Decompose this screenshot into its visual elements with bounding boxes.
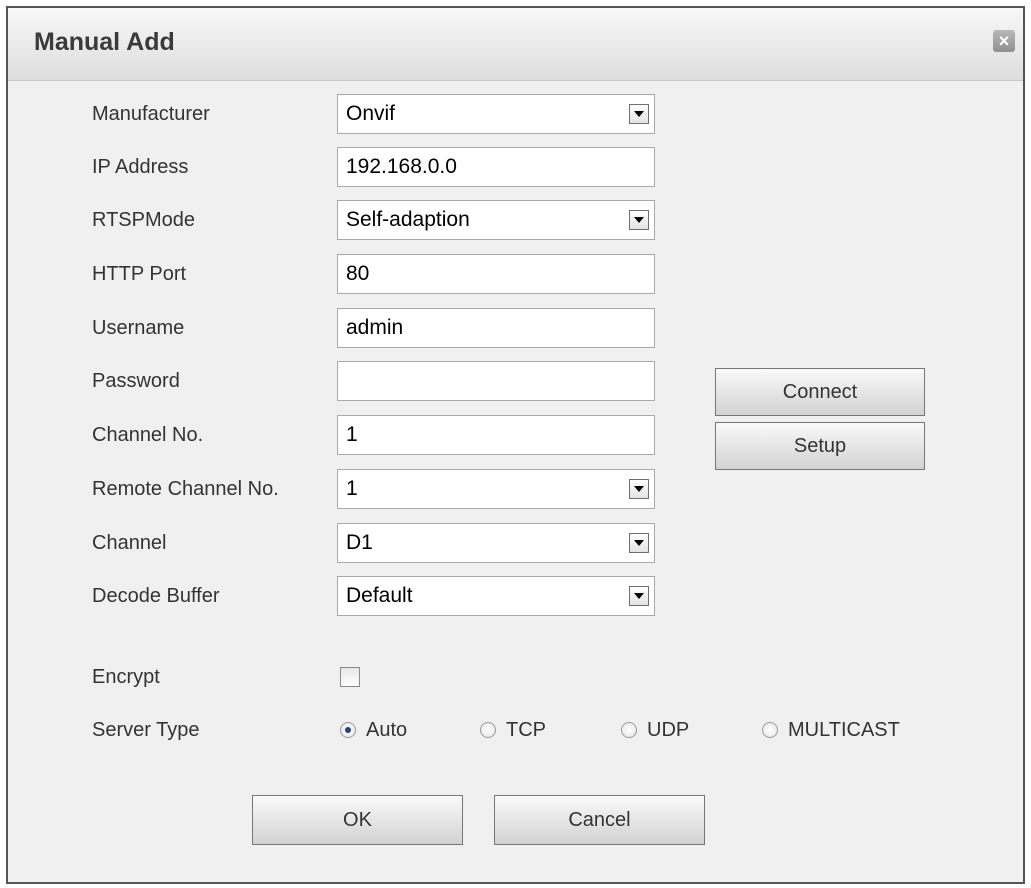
connect-button[interactable]: Connect <box>715 368 925 416</box>
cancel-button[interactable]: Cancel <box>494 795 705 845</box>
decode-buffer-select[interactable]: Default <box>337 576 655 616</box>
radio-selected-icon[interactable] <box>340 722 356 738</box>
ip-address-label: IP Address <box>92 156 189 178</box>
close-icon[interactable]: × <box>993 30 1015 52</box>
radio-label-tcp: TCP <box>506 719 546 741</box>
dialog-title: Manual Add <box>34 28 175 56</box>
remote-channel-no-select[interactable]: 1 <box>337 469 655 509</box>
chevron-down-icon[interactable] <box>629 533 649 553</box>
encrypt-checkbox[interactable] <box>340 667 360 687</box>
setup-button[interactable]: Setup <box>715 422 925 470</box>
chevron-down-icon[interactable] <box>629 586 649 606</box>
channel-select[interactable]: D1 <box>337 523 655 563</box>
radio-unselected-icon[interactable] <box>762 722 778 738</box>
chevron-down-icon[interactable] <box>629 479 649 499</box>
radio-label-auto: Auto <box>366 719 408 741</box>
http-port-input[interactable] <box>337 254 655 294</box>
channel-no-input[interactable] <box>337 415 655 455</box>
manufacturer-value: Onvif <box>346 102 396 125</box>
username-label: Username <box>92 317 185 339</box>
server-type-label: Server Type <box>92 719 200 741</box>
manual-add-dialog: Manual Add × Manufacturer Onvif IP Addre… <box>6 6 1025 884</box>
radio-label-udp: UDP <box>647 719 690 741</box>
manufacturer-select[interactable]: Onvif <box>337 94 655 134</box>
remote-channel-no-label: Remote Channel No. <box>92 478 279 500</box>
chevron-down-icon[interactable] <box>629 104 649 124</box>
manufacturer-label: Manufacturer <box>92 103 210 125</box>
decode-buffer-label: Decode Buffer <box>92 585 220 607</box>
rtsp-mode-label: RTSPMode <box>92 209 196 231</box>
dialog-titlebar[interactable]: Manual Add × <box>8 8 1023 81</box>
http-port-label: HTTP Port <box>92 263 187 285</box>
username-input[interactable] <box>337 308 655 348</box>
ip-address-input[interactable] <box>337 147 655 187</box>
password-label: Password <box>92 370 180 392</box>
chevron-down-icon[interactable] <box>629 210 649 230</box>
radio-unselected-icon[interactable] <box>480 722 496 738</box>
channel-value: D1 <box>346 531 373 554</box>
decode-buffer-value: Default <box>346 584 413 607</box>
rtsp-mode-select[interactable]: Self-adaption <box>337 200 655 240</box>
ok-button[interactable]: OK <box>252 795 463 845</box>
radio-unselected-icon[interactable] <box>621 722 637 738</box>
remote-channel-no-value: 1 <box>346 477 358 500</box>
encrypt-label: Encrypt <box>92 666 160 688</box>
rtsp-mode-value: Self-adaption <box>346 208 470 231</box>
radio-label-multicast: MULTICAST <box>788 719 900 741</box>
channel-no-label: Channel No. <box>92 424 204 446</box>
channel-label: Channel <box>92 532 167 554</box>
password-input[interactable] <box>337 361 655 401</box>
